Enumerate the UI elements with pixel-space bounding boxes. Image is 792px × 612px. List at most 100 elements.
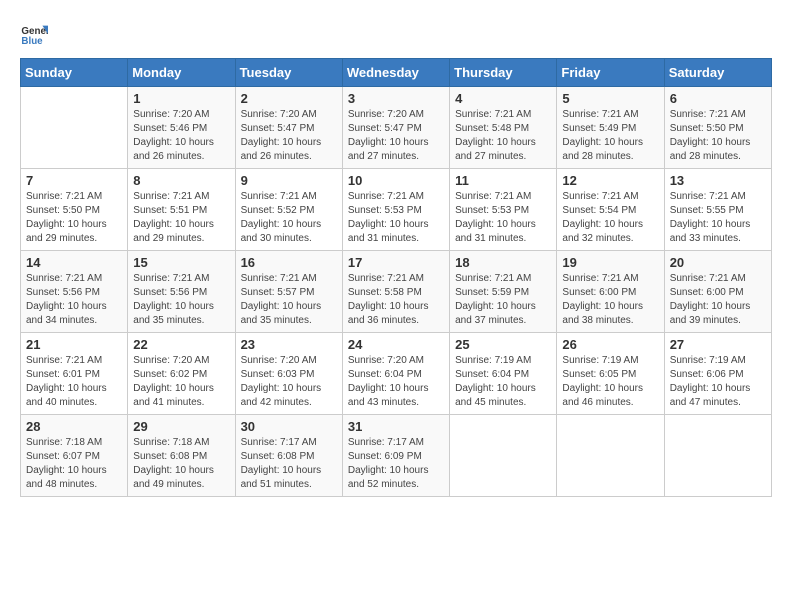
day-number: 26 — [562, 337, 658, 352]
calendar-day-cell: 24 Sunrise: 7:20 AM Sunset: 6:04 PM Dayli… — [342, 333, 449, 415]
weekday-header-cell: Tuesday — [235, 59, 342, 87]
calendar-week-row: 14 Sunrise: 7:21 AM Sunset: 5:56 PM Dayli… — [21, 251, 772, 333]
day-info: Sunrise: 7:18 AM Sunset: 6:08 PM Dayligh… — [133, 436, 229, 492]
calendar-body: 1Sunrise: 7:20 AM Sunset: 5:46 PM Daylig… — [21, 87, 772, 497]
weekday-header-cell: Sunday — [21, 59, 128, 87]
calendar-week-row: 21 Sunrise: 7:21 AM Sunset: 6:01 PM Dayli… — [21, 333, 772, 415]
calendar-day-cell: 26 Sunrise: 7:19 AM Sunset: 6:05 PM Dayli… — [557, 333, 664, 415]
day-info: Sunrise: 7:21 AM Sunset: 6:00 PM Dayligh… — [562, 272, 658, 328]
calendar-day-cell: 16Sunrise: 7:21 AM Sunset: 5:57 PM Dayli… — [235, 251, 342, 333]
weekday-header-cell: Monday — [128, 59, 235, 87]
calendar-day-cell: 9 Sunrise: 7:21 AM Sunset: 5:52 PM Daylig… — [235, 169, 342, 251]
day-number: 6 — [670, 91, 766, 106]
day-info: Sunrise: 7:21 AM Sunset: 5:59 PM Dayligh… — [455, 272, 551, 328]
calendar-day-cell: 4 Sunrise: 7:21 AM Sunset: 5:48 PM Daylig… — [450, 87, 557, 169]
weekday-header-cell: Thursday — [450, 59, 557, 87]
day-info: Sunrise: 7:21 AM Sunset: 5:50 PM Dayligh… — [26, 190, 122, 246]
calendar-day-cell: 15 Sunrise: 7:21 AM Sunset: 5:56 PM Dayli… — [128, 251, 235, 333]
day-number: 29 — [133, 419, 229, 434]
day-number: 3 — [348, 91, 444, 106]
day-number: 7 — [26, 173, 122, 188]
day-number: 19 — [562, 255, 658, 270]
day-number: 16 — [241, 255, 337, 270]
calendar-week-row: 7 Sunrise: 7:21 AM Sunset: 5:50 PM Daylig… — [21, 169, 772, 251]
calendar-day-cell: 11Sunrise: 7:21 AM Sunset: 5:53 PM Dayli… — [450, 169, 557, 251]
calendar-day-cell: 20 Sunrise: 7:21 AM Sunset: 6:00 PM Dayli… — [664, 251, 771, 333]
day-number: 31 — [348, 419, 444, 434]
calendar-day-cell: 31Sunrise: 7:17 AM Sunset: 6:09 PM Dayli… — [342, 415, 449, 497]
day-info: Sunrise: 7:21 AM Sunset: 5:55 PM Dayligh… — [670, 190, 766, 246]
day-number: 11 — [455, 173, 551, 188]
calendar-day-cell: 8Sunrise: 7:21 AM Sunset: 5:51 PM Daylig… — [128, 169, 235, 251]
day-info: Sunrise: 7:21 AM Sunset: 5:48 PM Dayligh… — [455, 108, 551, 164]
logo: General Blue — [20, 20, 48, 48]
day-number: 9 — [241, 173, 337, 188]
calendar-day-cell: 12 Sunrise: 7:21 AM Sunset: 5:54 PM Dayli… — [557, 169, 664, 251]
day-number: 27 — [670, 337, 766, 352]
day-number: 15 — [133, 255, 229, 270]
day-info: Sunrise: 7:21 AM Sunset: 5:58 PM Dayligh… — [348, 272, 444, 328]
day-number: 30 — [241, 419, 337, 434]
day-info: Sunrise: 7:21 AM Sunset: 5:53 PM Dayligh… — [348, 190, 444, 246]
day-number: 8 — [133, 173, 229, 188]
logo-icon: General Blue — [20, 20, 48, 48]
day-info: Sunrise: 7:17 AM Sunset: 6:08 PM Dayligh… — [241, 436, 337, 492]
day-number: 18 — [455, 255, 551, 270]
day-info: Sunrise: 7:19 AM Sunset: 6:06 PM Dayligh… — [670, 354, 766, 410]
day-number: 2 — [241, 91, 337, 106]
day-number: 13 — [670, 173, 766, 188]
calendar-day-cell — [664, 415, 771, 497]
day-info: Sunrise: 7:18 AM Sunset: 6:07 PM Dayligh… — [26, 436, 122, 492]
day-number: 12 — [562, 173, 658, 188]
calendar-day-cell: 17 Sunrise: 7:21 AM Sunset: 5:58 PM Dayli… — [342, 251, 449, 333]
calendar-week-row: 1Sunrise: 7:20 AM Sunset: 5:46 PM Daylig… — [21, 87, 772, 169]
day-number: 4 — [455, 91, 551, 106]
day-info: Sunrise: 7:20 AM Sunset: 5:47 PM Dayligh… — [348, 108, 444, 164]
calendar-day-cell: 29 Sunrise: 7:18 AM Sunset: 6:08 PM Dayli… — [128, 415, 235, 497]
calendar-day-cell: 23 Sunrise: 7:20 AM Sunset: 6:03 PM Dayli… — [235, 333, 342, 415]
day-info: Sunrise: 7:21 AM Sunset: 6:01 PM Dayligh… — [26, 354, 122, 410]
calendar-day-cell: 30 Sunrise: 7:17 AM Sunset: 6:08 PM Dayli… — [235, 415, 342, 497]
calendar-day-cell: 13 Sunrise: 7:21 AM Sunset: 5:55 PM Dayli… — [664, 169, 771, 251]
day-info: Sunrise: 7:20 AM Sunset: 6:02 PM Dayligh… — [133, 354, 229, 410]
calendar-day-cell — [557, 415, 664, 497]
day-number: 23 — [241, 337, 337, 352]
day-number: 21 — [26, 337, 122, 352]
calendar-day-cell: 1Sunrise: 7:20 AM Sunset: 5:46 PM Daylig… — [128, 87, 235, 169]
day-info: Sunrise: 7:20 AM Sunset: 5:47 PM Dayligh… — [241, 108, 337, 164]
calendar-day-cell: 19 Sunrise: 7:21 AM Sunset: 6:00 PM Dayli… — [557, 251, 664, 333]
day-number: 14 — [26, 255, 122, 270]
day-number: 5 — [562, 91, 658, 106]
day-number: 20 — [670, 255, 766, 270]
calendar-day-cell: 7 Sunrise: 7:21 AM Sunset: 5:50 PM Daylig… — [21, 169, 128, 251]
calendar-day-cell: 22 Sunrise: 7:20 AM Sunset: 6:02 PM Dayli… — [128, 333, 235, 415]
calendar-day-cell: 14 Sunrise: 7:21 AM Sunset: 5:56 PM Dayli… — [21, 251, 128, 333]
weekday-header-row: SundayMondayTuesdayWednesdayThursdayFrid… — [21, 59, 772, 87]
calendar-day-cell: 3 Sunrise: 7:20 AM Sunset: 5:47 PM Daylig… — [342, 87, 449, 169]
day-info: Sunrise: 7:21 AM Sunset: 5:52 PM Dayligh… — [241, 190, 337, 246]
day-number: 17 — [348, 255, 444, 270]
day-info: Sunrise: 7:19 AM Sunset: 6:04 PM Dayligh… — [455, 354, 551, 410]
calendar-week-row: 28Sunrise: 7:18 AM Sunset: 6:07 PM Dayli… — [21, 415, 772, 497]
day-info: Sunrise: 7:19 AM Sunset: 6:05 PM Dayligh… — [562, 354, 658, 410]
day-info: Sunrise: 7:21 AM Sunset: 5:50 PM Dayligh… — [670, 108, 766, 164]
weekday-header-cell: Saturday — [664, 59, 771, 87]
calendar-day-cell: 28Sunrise: 7:18 AM Sunset: 6:07 PM Dayli… — [21, 415, 128, 497]
calendar-day-cell: 25Sunrise: 7:19 AM Sunset: 6:04 PM Dayli… — [450, 333, 557, 415]
day-number: 10 — [348, 173, 444, 188]
calendar-day-cell — [21, 87, 128, 169]
day-info: Sunrise: 7:20 AM Sunset: 6:04 PM Dayligh… — [348, 354, 444, 410]
day-info: Sunrise: 7:21 AM Sunset: 5:56 PM Dayligh… — [133, 272, 229, 328]
day-info: Sunrise: 7:20 AM Sunset: 6:03 PM Dayligh… — [241, 354, 337, 410]
calendar-day-cell: 21 Sunrise: 7:21 AM Sunset: 6:01 PM Dayli… — [21, 333, 128, 415]
day-info: Sunrise: 7:21 AM Sunset: 6:00 PM Dayligh… — [670, 272, 766, 328]
page-header: General Blue — [20, 20, 772, 48]
day-info: Sunrise: 7:21 AM Sunset: 5:49 PM Dayligh… — [562, 108, 658, 164]
day-info: Sunrise: 7:21 AM Sunset: 5:56 PM Dayligh… — [26, 272, 122, 328]
day-number: 22 — [133, 337, 229, 352]
day-info: Sunrise: 7:21 AM Sunset: 5:54 PM Dayligh… — [562, 190, 658, 246]
calendar-day-cell: 6 Sunrise: 7:21 AM Sunset: 5:50 PM Daylig… — [664, 87, 771, 169]
day-number: 1 — [133, 91, 229, 106]
day-number: 24 — [348, 337, 444, 352]
calendar-day-cell — [450, 415, 557, 497]
